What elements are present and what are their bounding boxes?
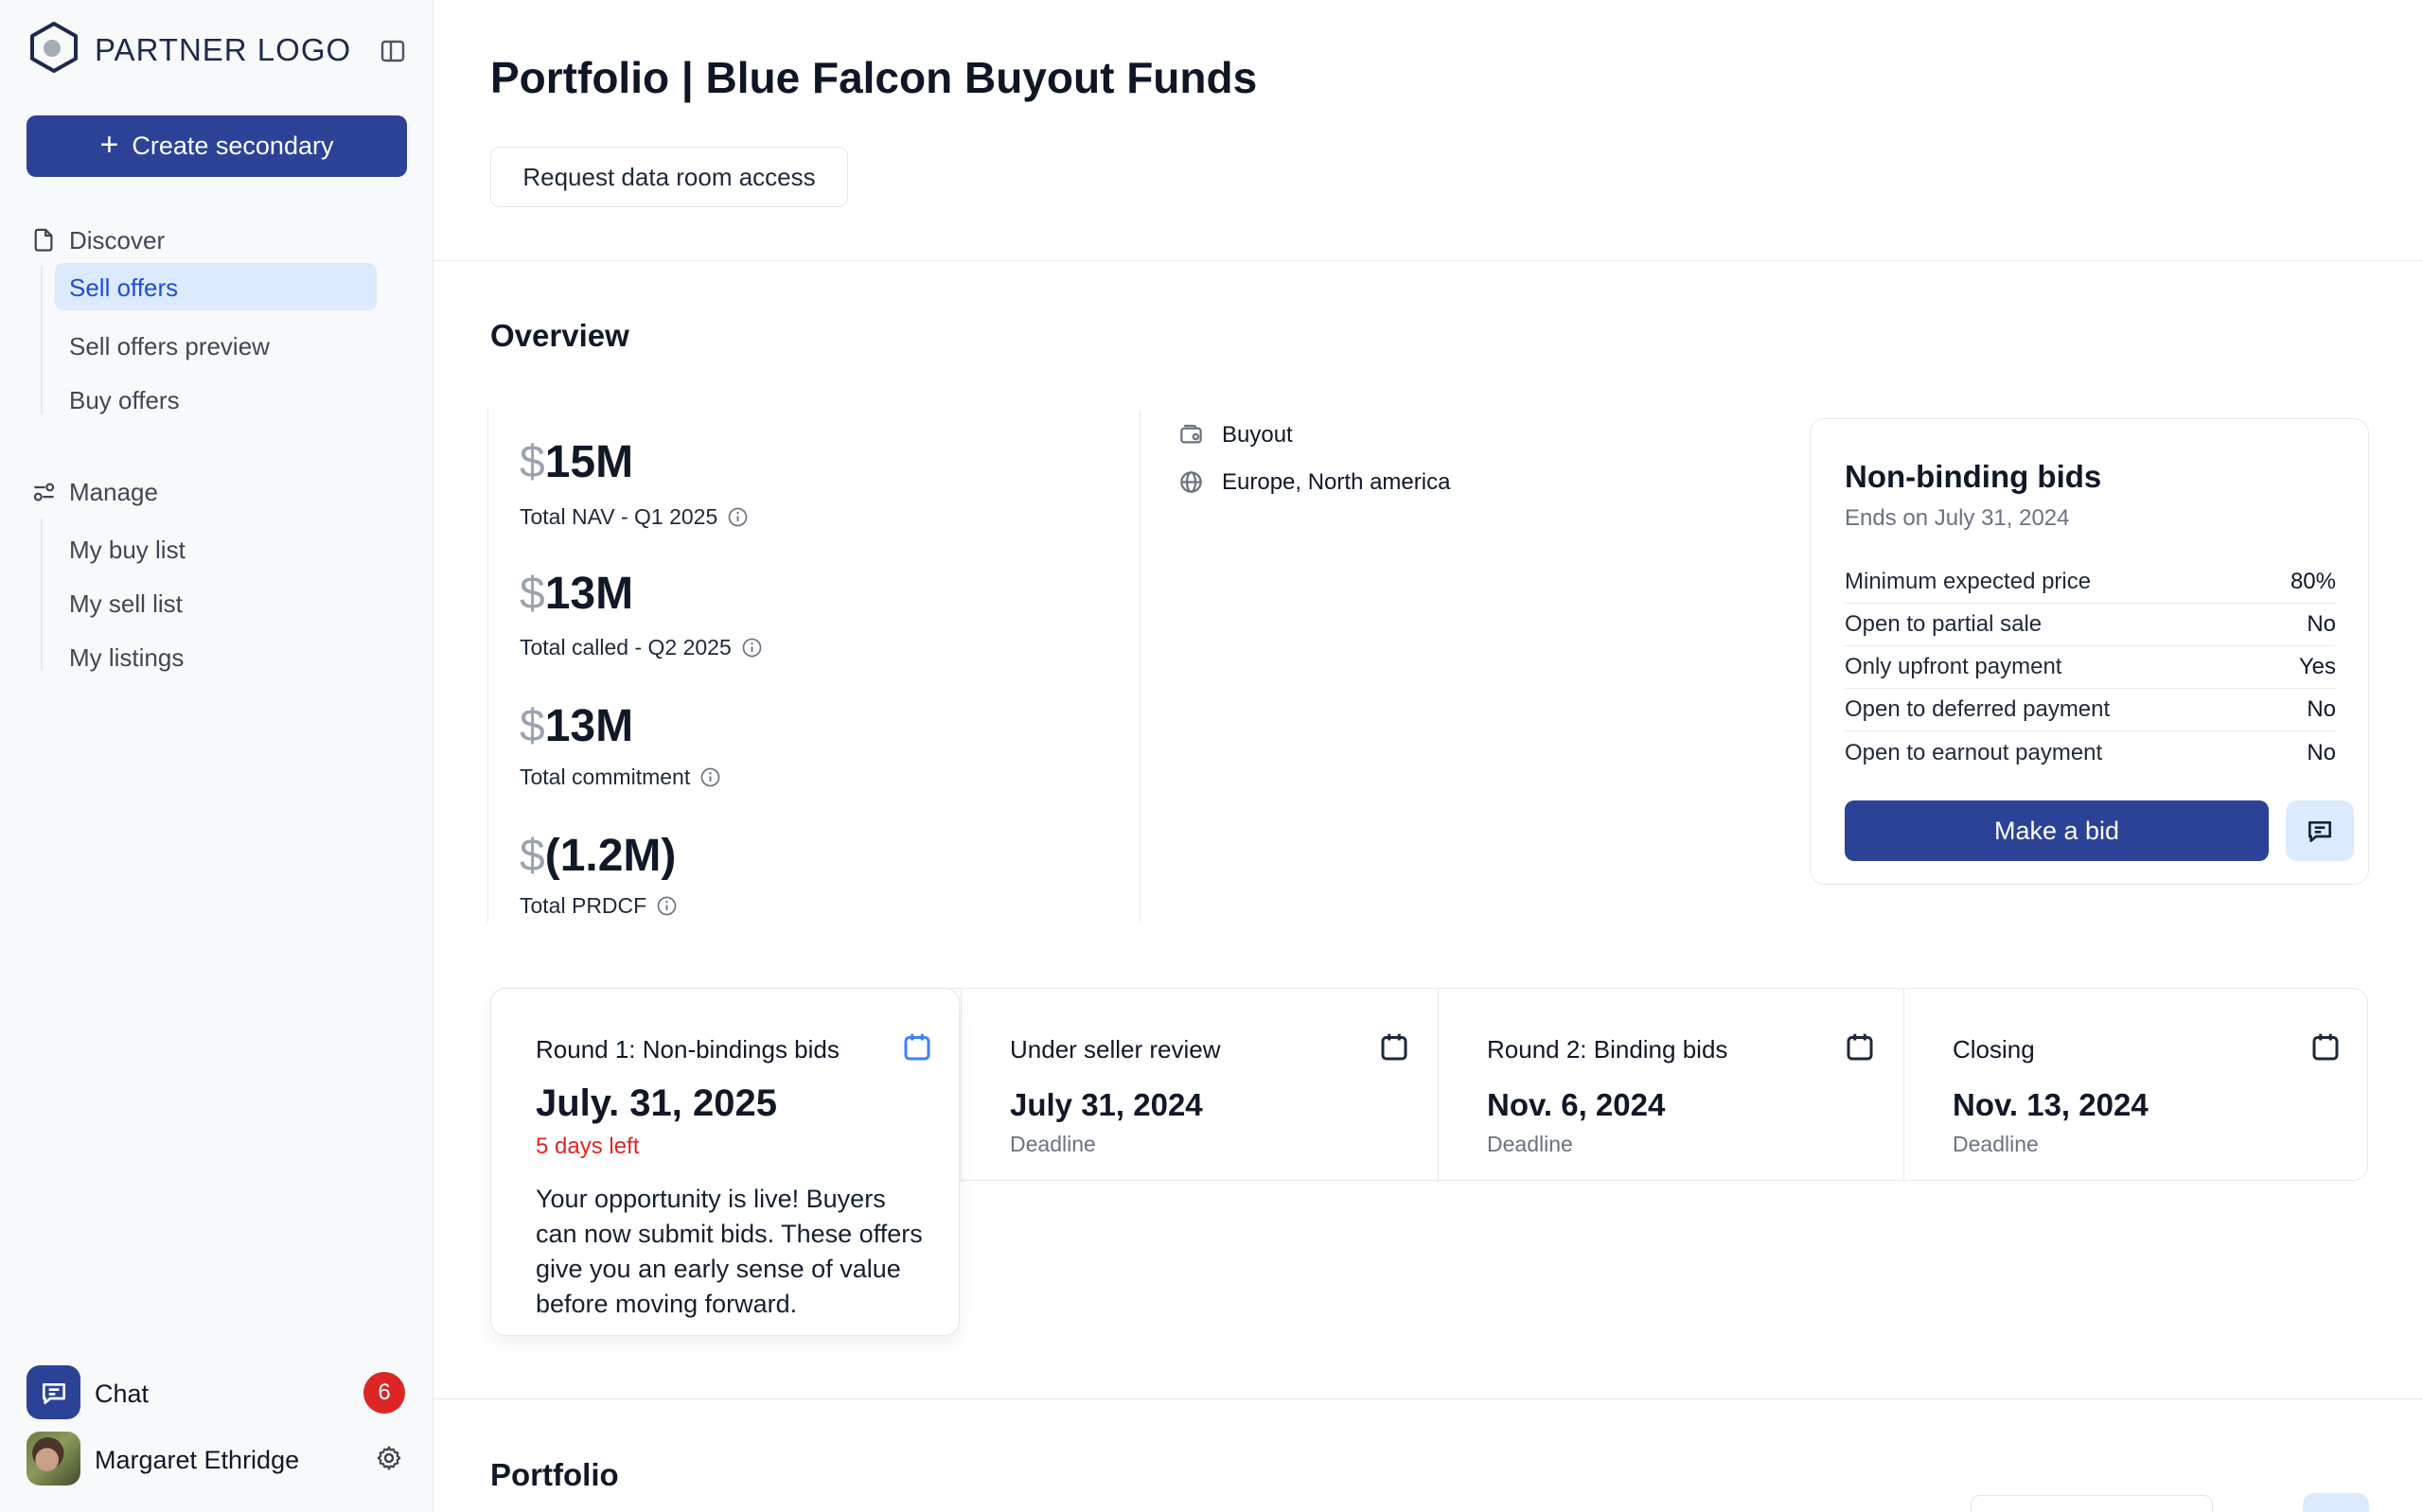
- overview-heading: Overview: [490, 318, 629, 353]
- app-root: PARTNER LOGO + Create secondary Discover…: [0, 0, 2423, 1512]
- info-icon[interactable]: [700, 767, 720, 787]
- globe-icon: [1178, 469, 1204, 495]
- document-icon: [31, 227, 57, 253]
- sliders-icon: [31, 479, 57, 504]
- info-icon[interactable]: [742, 638, 762, 658]
- portfolio-heading: Portfolio: [490, 1457, 619, 1492]
- bid-card-title: Non-binding bids: [1845, 459, 2101, 494]
- portfolio-filter-control[interactable]: [1971, 1495, 2213, 1512]
- nav-tree-line: [41, 267, 43, 414]
- days-left-label: 5 days left: [536, 1134, 639, 1159]
- fund-region-row: Europe, North america: [1178, 469, 1450, 495]
- sidebar-item-sell-offers[interactable]: Sell offers: [69, 274, 178, 301]
- plus-icon: +: [100, 129, 119, 161]
- nav-tree-line: [41, 519, 43, 670]
- calendar-icon-blue: [900, 1030, 934, 1064]
- bid-chat-button[interactable]: [2286, 800, 2354, 861]
- request-data-room-access-button[interactable]: Request data room access: [490, 147, 848, 207]
- timeline-card-round1: Round 1: Non-bindings bids July. 31, 202…: [490, 988, 960, 1336]
- sidebar-item-my-sell-list[interactable]: My sell list: [69, 590, 183, 617]
- timeline-card-date: Nov. 13, 2024: [1953, 1087, 2149, 1123]
- portfolio-action-button[interactable]: [2303, 1493, 2369, 1512]
- sidebar-collapse-icon[interactable]: [380, 38, 406, 64]
- timeline-card-title: Round 1: Non-bindings bids: [536, 1036, 840, 1063]
- timeline-card-note: Deadline: [1010, 1133, 1096, 1156]
- avatar[interactable]: [27, 1432, 80, 1486]
- nav-section-discover: Discover: [69, 227, 165, 254]
- timeline-card-date: July. 31, 2025: [536, 1081, 777, 1125]
- table-row: Open to earnout payment No: [1845, 731, 2336, 774]
- bid-terms-table: Minimum expected price 80% Open to parti…: [1845, 561, 2336, 774]
- partner-logo-icon: [27, 20, 81, 75]
- timeline-card-under-seller-review: Under seller review July 31, 2024 Deadli…: [961, 989, 1438, 1182]
- page-title: Portfolio | Blue Falcon Buyout Funds: [490, 52, 1257, 103]
- non-binding-bids-card: Non-binding bids Ends on July 31, 2024 M…: [1810, 418, 2369, 885]
- make-a-bid-button[interactable]: Make a bid: [1845, 800, 2269, 861]
- fund-region-label: Europe, North america: [1222, 469, 1450, 495]
- main-content: Portfolio | Blue Falcon Buyout Funds Req…: [433, 0, 2423, 1512]
- timeline-card-date: July 31, 2024: [1010, 1087, 1203, 1123]
- sidebar-item-my-listings[interactable]: My listings: [69, 644, 184, 671]
- gear-icon[interactable]: [375, 1444, 403, 1472]
- chat-label[interactable]: Chat: [95, 1380, 149, 1409]
- timeline-card-title: Round 2: Binding bids: [1487, 1036, 1727, 1063]
- section-divider: [433, 1398, 2423, 1399]
- table-row: Open to deferred payment No: [1845, 689, 2336, 731]
- info-icon[interactable]: [657, 896, 677, 916]
- stat-label: Total commitment: [520, 765, 720, 789]
- currency-sign: $: [520, 437, 545, 487]
- stat-value: $13M: [520, 569, 633, 620]
- timeline-card-description: Your opportunity is live! Buyers can now…: [536, 1182, 928, 1322]
- timeline-card-note: Deadline: [1953, 1133, 2039, 1156]
- fund-type-label: Buyout: [1222, 422, 1293, 448]
- create-secondary-button[interactable]: + Create secondary: [27, 115, 407, 177]
- fund-type-row: Buyout: [1178, 422, 1293, 448]
- bid-card-subtitle: Ends on July 31, 2024: [1845, 506, 2070, 531]
- calendar-icon: [1377, 1030, 1411, 1064]
- currency-sign: $: [520, 701, 545, 751]
- sidebar: PARTNER LOGO + Create secondary Discover…: [0, 0, 433, 1512]
- timeline-card-date: Nov. 6, 2024: [1487, 1087, 1665, 1123]
- chat-bubble-icon: [2305, 816, 2335, 846]
- calendar-icon: [2308, 1030, 2343, 1064]
- currency-sign: $: [520, 831, 545, 881]
- sidebar-item-sell-offers-preview[interactable]: Sell offers preview: [69, 333, 270, 360]
- table-row: Only upfront payment Yes: [1845, 646, 2336, 689]
- wallet-icon: [1178, 422, 1204, 448]
- sidebar-item-buy-offers[interactable]: Buy offers: [69, 387, 180, 413]
- timeline-card-title: Closing: [1953, 1036, 2035, 1063]
- stat-label: Total called - Q2 2025: [520, 636, 762, 659]
- create-secondary-label: Create secondary: [132, 132, 333, 161]
- user-name[interactable]: Margaret Ethridge: [95, 1446, 299, 1475]
- timeline-card-closing: Closing Nov. 13, 2024 Deadline: [1903, 989, 2369, 1182]
- stat-label: Total NAV - Q1 2025: [520, 505, 748, 529]
- timeline-card-title: Under seller review: [1010, 1036, 1221, 1063]
- table-row: Minimum expected price 80%: [1845, 561, 2336, 604]
- overview-stats: $15M Total NAV - Q1 2025 $13M Total call…: [487, 410, 1141, 923]
- sidebar-item-my-buy-list[interactable]: My buy list: [69, 536, 186, 563]
- chat-unread-badge: 6: [363, 1372, 405, 1414]
- stat-value: $13M: [520, 701, 633, 752]
- nav-section-manage: Manage: [69, 479, 158, 505]
- chat-icon[interactable]: [27, 1365, 80, 1419]
- calendar-icon: [1843, 1030, 1877, 1064]
- partner-logo-text: PARTNER LOGO: [95, 34, 351, 66]
- stat-value: $(1.2M): [520, 831, 676, 882]
- table-row: Open to partial sale No: [1845, 604, 2336, 646]
- stat-value: $15M: [520, 437, 633, 488]
- header-divider: [433, 260, 2423, 261]
- timeline-card-note: Deadline: [1487, 1133, 1573, 1156]
- stat-label: Total PRDCF: [520, 894, 677, 918]
- timeline-card-round2: Round 2: Binding bids Nov. 6, 2024 Deadl…: [1438, 989, 1903, 1182]
- info-icon[interactable]: [728, 507, 748, 527]
- currency-sign: $: [520, 569, 545, 619]
